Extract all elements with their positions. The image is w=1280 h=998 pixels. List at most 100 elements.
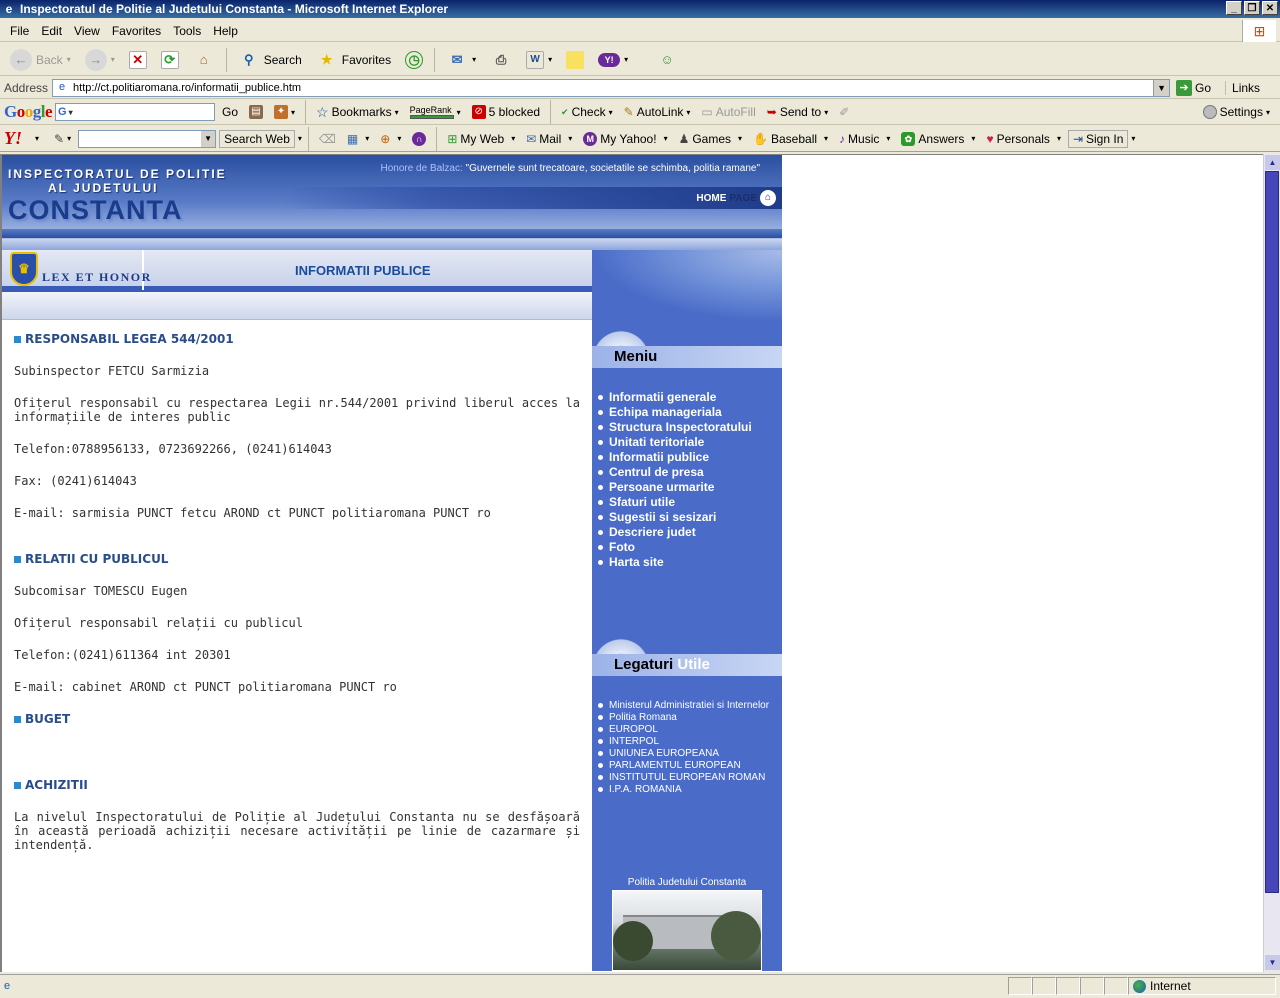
menu-item-echipa-manageriala[interactable]: Echipa manageriala [598,405,782,420]
refresh-button[interactable]: ⟳ [155,46,185,74]
games-dropdown-icon[interactable]: ▾ [738,134,742,143]
sign-in-dropdown-icon[interactable]: ▾ [1131,134,1135,143]
scroll-down-icon[interactable]: ▼ [1265,955,1280,970]
menu-item-centrul-de-presa[interactable]: Centrul de presa [598,465,782,480]
yahoo-logo-dropdown-icon[interactable]: ▾ [35,134,39,143]
mail-dropdown-icon[interactable]: ▾ [472,55,476,64]
yahoo-search-input[interactable]: ▼ [78,129,217,148]
close-button[interactable]: ✕ [1262,1,1278,15]
edit-button[interactable]: W ▾ [520,46,558,74]
address-dropdown-icon[interactable]: ▼ [1153,79,1170,96]
menu-edit[interactable]: Edit [35,24,68,38]
scroll-up-icon[interactable]: ▲ [1265,155,1280,170]
mail-yahoo-dropdown-icon[interactable]: ▾ [568,134,572,143]
menu-view[interactable]: View [68,24,106,38]
layout-dropdown-icon[interactable]: ▾ [365,134,369,143]
link-uniunea-europeana[interactable]: UNIUNEA EUROPEANA [598,748,782,760]
popup-blocker-button[interactable]: ⊘ 5 blocked [468,105,544,119]
menu-item-unitati[interactable]: Unitati teritoriale [598,435,782,450]
address-url[interactable]: http://ct.politiaromana.ro/informatii_pu… [73,82,1153,94]
sendto-button[interactable]: ➥ Send to ▾ [763,105,832,119]
link-europol[interactable]: EUROPOL [598,724,782,736]
mail-button[interactable]: ✉ ▾ [440,46,482,74]
menu-item-informatii-generale[interactable]: Informatii generale [598,390,782,405]
autofill-button[interactable]: ▭ AutoFill [697,105,759,119]
baseball-button[interactable]: ✋ Baseball ▾ [749,132,832,146]
search-web-button[interactable]: Search Web [219,129,295,148]
bookmarks-button[interactable]: ☆ Bookmarks ▾ [312,104,403,121]
yahoo-button[interactable]: Y! ▾ [592,46,634,74]
search-web-dropdown-icon[interactable]: ▾ [298,134,302,143]
link-mai[interactable]: Ministerul Administratiei si Internelor [598,700,782,712]
antispy-button[interactable]: ⊕ ▾ [376,132,405,146]
google-go-button[interactable]: Go [218,105,242,119]
games-button[interactable]: ♟ Games ▾ [675,132,746,146]
google-settings-button[interactable]: Settings ▾ [1202,105,1270,119]
minimize-button[interactable]: _ [1226,1,1242,15]
personals-dropdown-icon[interactable]: ▾ [1057,134,1061,143]
forward-button[interactable]: → ▾ [79,46,121,74]
yahoo-logo[interactable]: Y! [4,128,32,149]
back-button[interactable]: ← Back ▾ [4,46,77,74]
menu-tools[interactable]: Tools [167,24,207,38]
headset-button[interactable]: ∩ [408,131,430,146]
menu-item-foto[interactable]: Foto [598,540,782,555]
menu-item-structura[interactable]: Structura Inspectoratului [598,420,782,435]
sign-in-button[interactable]: ⇥ Sign In [1067,129,1129,148]
my-web-button[interactable]: ⊞ My Web ▾ [443,132,519,146]
pagerank-dropdown-icon[interactable]: ▾ [457,108,461,117]
security-zone[interactable]: Internet [1128,977,1276,995]
homepage-link[interactable]: HOME PAGE ⌂ [696,190,776,206]
go-button[interactable]: ➔ Go [1176,79,1211,96]
yahoo-search-dropdown-icon[interactable]: ▼ [201,130,216,147]
menu-item-descriere-judet[interactable]: Descriere judet [598,525,782,540]
link-ipa-romania[interactable]: I.P.A. ROMANIA [598,784,782,796]
antispy-dropdown-icon[interactable]: ▾ [397,134,401,143]
mail-yahoo-button[interactable]: ✉ Mail ▾ [522,132,576,146]
notes-button[interactable] [560,46,590,74]
menu-item-persoane-urmarite[interactable]: Persoane urmarite [598,480,782,495]
restore-button[interactable]: ❐ [1244,1,1260,15]
menu-item-informatii-publice[interactable]: Informatii publice [598,450,782,465]
forward-dropdown-icon[interactable]: ▾ [111,55,115,64]
address-input[interactable]: e http://ct.politiaromana.ro/informatii_… [52,78,1171,97]
link-politia-romana[interactable]: Politia Romana [598,712,782,724]
personals-button[interactable]: ♥ Personals ▾ [982,132,1065,146]
autolink-button[interactable]: ✎ AutoLink ▾ [620,105,695,119]
print-button[interactable]: ⎙ [484,46,518,74]
menu-favorites[interactable]: Favorites [106,24,167,38]
menu-item-sugestii[interactable]: Sugestii si sesizari [598,510,782,525]
police-building-photo[interactable] [612,890,762,971]
my-yahoo-button[interactable]: M My Yahoo! ▾ [579,131,671,146]
my-web-dropdown-icon[interactable]: ▾ [511,134,515,143]
menu-item-sfaturi-utile[interactable]: Sfaturi utile [598,495,782,510]
spellcheck-button[interactable]: ✔ Check ▾ [557,105,617,119]
pagerank-indicator[interactable]: PageRank ▾ [406,105,465,119]
links-button[interactable]: Links [1225,80,1260,95]
google-logo[interactable]: Google [4,102,53,122]
answers-button[interactable]: ✿ Answers ▾ [897,131,979,146]
music-dropdown-icon[interactable]: ▾ [886,134,890,143]
google-news-button[interactable]: ▤ [245,105,267,119]
menu-help[interactable]: Help [207,24,244,38]
edit-dropdown-icon[interactable]: ▾ [548,55,552,64]
answers-dropdown-icon[interactable]: ▾ [971,134,975,143]
baseball-dropdown-icon[interactable]: ▾ [824,134,828,143]
highlighter-dropdown-icon[interactable]: ▾ [67,134,71,143]
link-interpol[interactable]: INTERPOL [598,736,782,748]
history-button[interactable]: ◷ [399,46,429,74]
google-search-dropdown-icon[interactable]: ▾ [69,108,73,117]
layout-button[interactable]: ▦ ▾ [343,132,373,146]
highlighter-button[interactable]: ✎ ▾ [50,132,75,146]
sendto-dropdown-icon[interactable]: ▾ [824,108,828,117]
check-dropdown-icon[interactable]: ▾ [609,108,613,117]
google-search-input[interactable]: G ▾ [55,103,216,121]
search-button[interactable]: ⚲ Search [232,46,308,74]
popups-dropdown-icon[interactable]: ▾ [291,108,295,117]
my-yahoo-dropdown-icon[interactable]: ▾ [664,134,668,143]
link-parlamentul-european[interactable]: PARLAMENTUL EUROPEAN [598,760,782,772]
settings-dropdown-icon[interactable]: ▾ [1266,108,1270,117]
vertical-scrollbar[interactable]: ▲ ▼ [1263,154,1280,972]
google-popups-button[interactable]: ✦ ▾ [270,105,299,119]
yahoo-dropdown-icon[interactable]: ▾ [624,55,628,64]
